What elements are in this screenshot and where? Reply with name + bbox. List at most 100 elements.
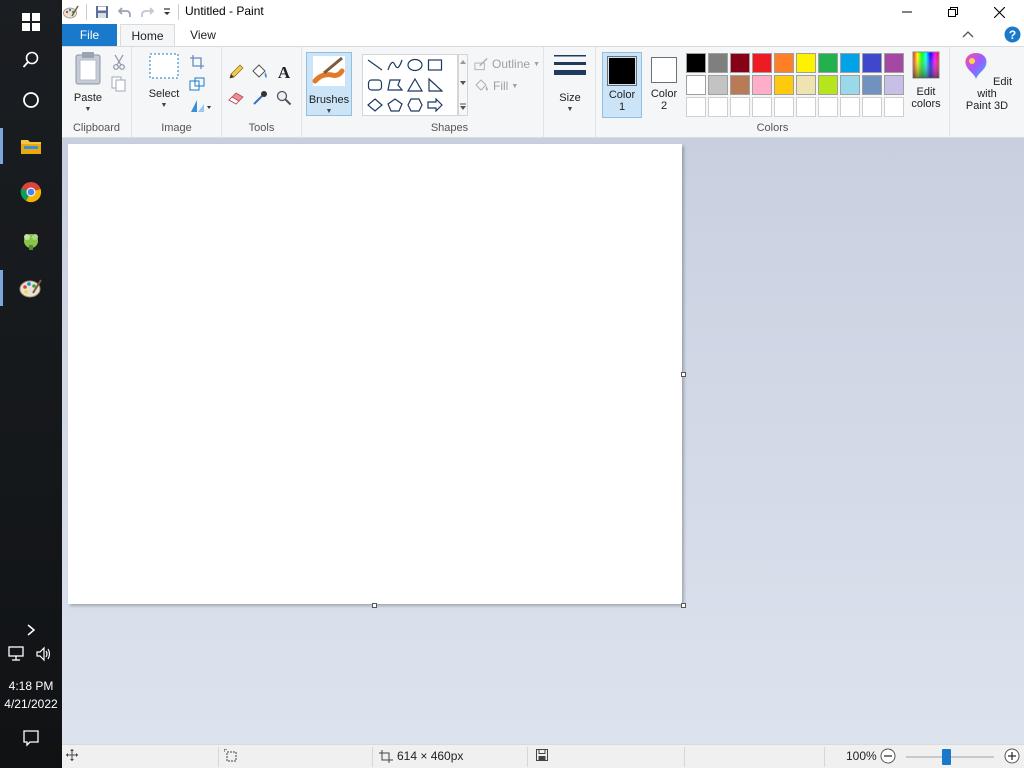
rotate-button[interactable] [188, 97, 214, 115]
palette-color-swatch[interactable] [818, 53, 838, 73]
palette-color-swatch[interactable] [730, 97, 750, 117]
palette-color-swatch[interactable] [862, 97, 882, 117]
palette-color-swatch[interactable] [840, 75, 860, 95]
eraser-button[interactable] [227, 89, 245, 107]
chrome-button[interactable] [0, 170, 62, 214]
shape-curve-icon[interactable] [387, 58, 403, 72]
shapes-scrollbar[interactable] [458, 54, 468, 116]
outline-button[interactable]: Outline ▼ [474, 55, 540, 73]
tab-home[interactable]: Home [120, 24, 175, 46]
crop-button[interactable] [188, 53, 206, 71]
minimize-button[interactable] [884, 0, 930, 24]
shape-line-icon[interactable] [367, 58, 383, 72]
palette-color-swatch[interactable] [818, 97, 838, 117]
shape-polygon-icon[interactable] [387, 78, 403, 92]
outline-label: Outline [492, 57, 531, 71]
help-button[interactable]: ? [1004, 26, 1021, 43]
shape-hexagon-icon[interactable] [407, 98, 423, 112]
brushes-button[interactable]: Brushes ▼ [306, 52, 352, 116]
clock-time[interactable]: 4:18 PM [0, 679, 62, 693]
zoom-out-button[interactable] [880, 748, 896, 764]
edit-with-paint3d-button[interactable]: Edit with Paint 3D [956, 51, 1018, 112]
speaker-icon [35, 646, 50, 662]
shape-rectangle-icon[interactable] [427, 58, 443, 72]
palette-color-swatch[interactable] [796, 53, 816, 73]
shape-oval-icon[interactable] [407, 58, 423, 72]
magnifier-button[interactable] [275, 89, 293, 107]
customize-quick-access-button[interactable] [158, 3, 176, 21]
shape-arrow-icon[interactable] [427, 98, 443, 112]
fill-button[interactable] [251, 63, 269, 81]
search-button[interactable] [0, 38, 62, 82]
ribbon-collapse-button[interactable] [960, 27, 976, 43]
resize-handle-right[interactable] [681, 372, 686, 377]
palette-color-swatch[interactable] [774, 97, 794, 117]
copy-button[interactable] [110, 75, 128, 93]
text-button[interactable]: A [275, 63, 293, 81]
palette-color-swatch[interactable] [840, 97, 860, 117]
palette-color-swatch[interactable] [840, 53, 860, 73]
palette-color-swatch[interactable] [796, 97, 816, 117]
palette-color-swatch[interactable] [752, 75, 772, 95]
color1-button[interactable]: Color 1 [602, 52, 642, 118]
pencil-button[interactable] [227, 63, 245, 81]
palette-color-swatch[interactable] [774, 75, 794, 95]
save-button[interactable] [93, 3, 111, 21]
palette-color-swatch[interactable] [730, 75, 750, 95]
paint-taskbar-button[interactable] [0, 266, 62, 310]
palette-color-swatch[interactable] [708, 97, 728, 117]
tab-view[interactable]: View [179, 24, 227, 46]
color2-button[interactable]: Color 2 [644, 52, 684, 118]
palette-color-swatch[interactable] [862, 75, 882, 95]
app-menu-icon[interactable] [62, 3, 80, 21]
volume-button[interactable] [28, 632, 59, 676]
restore-button[interactable] [930, 0, 976, 24]
palette-color-swatch[interactable] [708, 75, 728, 95]
shape-pentagon-icon[interactable] [387, 98, 403, 112]
palette-color-swatch[interactable] [730, 53, 750, 73]
shapes-gallery[interactable] [362, 54, 458, 116]
shape-diamond-icon[interactable] [367, 98, 383, 112]
resize-handle-corner[interactable] [681, 603, 686, 608]
cut-button[interactable] [110, 53, 128, 71]
app-button[interactable] [0, 218, 62, 262]
select-button[interactable]: Select ▼ [146, 51, 182, 112]
workspace[interactable] [62, 138, 1024, 744]
size-button[interactable]: Size ▼ [550, 51, 590, 116]
palette-color-swatch[interactable] [884, 53, 904, 73]
palette-color-swatch[interactable] [862, 53, 882, 73]
palette-color-swatch[interactable] [686, 53, 706, 73]
notifications-button[interactable] [0, 716, 62, 760]
redo-button[interactable] [138, 3, 156, 21]
palette-color-swatch[interactable] [686, 97, 706, 117]
fill-dropdown-button[interactable]: Fill ▼ [474, 77, 540, 95]
zoom-slider[interactable] [906, 749, 994, 765]
palette-color-swatch[interactable] [796, 75, 816, 95]
shape-right-triangle-icon[interactable] [427, 78, 443, 92]
tab-file[interactable]: File [62, 24, 117, 46]
clock-date[interactable]: 4/21/2022 [0, 697, 62, 711]
file-explorer-button[interactable] [0, 124, 62, 168]
task-view-button[interactable] [0, 78, 62, 122]
zoom-in-button[interactable] [1004, 748, 1020, 764]
palette-color-swatch[interactable] [884, 75, 904, 95]
palette-color-swatch[interactable] [818, 75, 838, 95]
network-button[interactable] [0, 632, 31, 676]
resize-handle-bottom[interactable] [372, 603, 377, 608]
zoom-slider-thumb[interactable] [942, 749, 951, 765]
undo-button[interactable] [116, 3, 134, 21]
drawing-canvas[interactable] [68, 144, 682, 604]
palette-color-swatch[interactable] [686, 75, 706, 95]
close-button[interactable] [976, 0, 1022, 24]
palette-color-swatch[interactable] [884, 97, 904, 117]
palette-color-swatch[interactable] [708, 53, 728, 73]
edit-colors-button[interactable]: Edit colors [904, 51, 948, 110]
resize-button[interactable] [188, 75, 206, 93]
palette-color-swatch[interactable] [752, 97, 772, 117]
shape-rounded-rectangle-icon[interactable] [367, 78, 383, 92]
color-picker-button[interactable] [251, 89, 269, 107]
shape-triangle-icon[interactable] [407, 78, 423, 92]
paste-button[interactable]: Paste ▼ [70, 51, 106, 116]
palette-color-swatch[interactable] [774, 53, 794, 73]
palette-color-swatch[interactable] [752, 53, 772, 73]
